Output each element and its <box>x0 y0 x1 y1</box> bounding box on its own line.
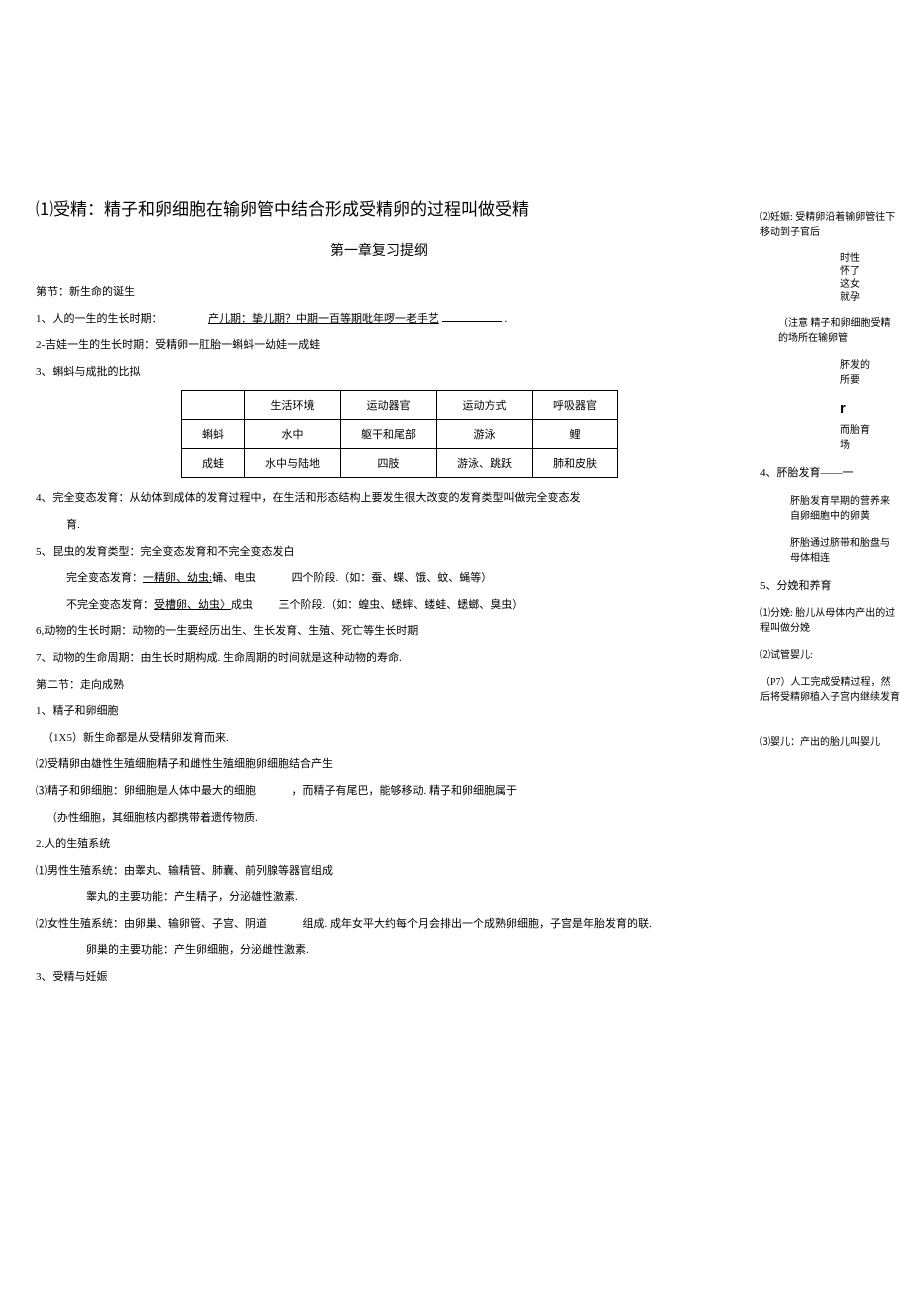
item-1: 1、人的一生的生长时期： 产儿期：挚儿期？中期一百等期吡年啰一老手艺 . <box>36 311 746 329</box>
s2-item-1c-cont: （办性细胞，其细胞核内都携带着遗传物质. <box>46 810 746 828</box>
item-4-line2: 育. <box>66 517 746 535</box>
s2-item-2a: ⑴男性生殖系统：由睾丸、输精管、肺囊、前列腺等器官组成 <box>36 863 746 881</box>
th-breath: 呼吸器官 <box>533 391 618 420</box>
s2-item-2b-sub: 卵巢的主要功能：产生卵细胞，分泌雌性激素. <box>86 942 746 960</box>
item-5-line1: 5、昆虫的发育类型：完全变态发育和不完全变态发白 <box>36 544 746 562</box>
item-4-line1: 4、完全变态发育：从幼体到成体的发育过程中，在生活和形态结构上要发生很大改变的发… <box>36 490 746 508</box>
side-item-5a: ⑴分娩: 胎儿从母体内产出的过程叫做分娩 <box>760 606 900 636</box>
section-2-title: 第二节：走向成熟 <box>36 677 746 695</box>
text: ⑵女性生殖系统：由卵巢、输卵管、子宫、阴道 <box>36 918 267 930</box>
side-item-4: 4、肧胎发育——一 <box>760 465 900 482</box>
cell: 鲤 <box>533 420 618 449</box>
text: 完全变态发育： <box>66 572 143 584</box>
text-underlined: 受槽卵、幼虫〉 <box>154 599 231 611</box>
side-item-5: 5、分娩和养育 <box>760 578 900 595</box>
side-embryo-dev2: 而胎育场 <box>840 423 870 453</box>
s2-item-1b: ⑵受精卵由雄性生殖细胞精子和雌性生殖细胞卵细胞结合产生 <box>36 756 746 774</box>
page: ⑴受精：精子和卵细胞在输卵管中结合形成受精卵的过程叫做受精 第一章复习提纲 第节… <box>0 0 920 1301</box>
side-item-4a: 肧胎发育早期的营养来自卵细胞中的卵黄 <box>790 494 890 524</box>
item-3: 3、蝌蚪与成批的比拟 <box>36 364 746 382</box>
text: 三个阶段.（如：蝗虫、蟋蟀、蝼蛙、蟋螂、臭虫） <box>279 599 524 611</box>
side-item-5d: ⑶婴儿：产出的胎儿叫婴儿 <box>760 735 900 750</box>
s2-item-3: 3、受精与妊娠 <box>36 969 746 987</box>
main-column: 第节：新生命的诞生 1、人的一生的生长时期： 产儿期：挚儿期？中期一百等期吡年啰… <box>36 275 746 996</box>
text: 蛹、电虫 <box>212 572 256 584</box>
s2-item-1: 1、精子和卵细胞 <box>36 703 746 721</box>
side-preg-sub: 时性 怀了 这女 就孕 <box>840 252 900 304</box>
s2-item-1c: ⑶精子和卵细胞：卵细胞是人体中最大的细胞 ，而精子有尾巴，能够移动. 精子和卵细… <box>36 783 746 801</box>
cell: 游泳、跳跃 <box>437 449 533 478</box>
side-column: ⑵妊娠: 受精卵沿着输卵管往下移动到子官后 时性 怀了 这女 就孕 （注意 精子… <box>760 210 900 762</box>
cell: 游泳 <box>437 420 533 449</box>
table-row: 蝌蚪 水中 躯干和尾部 游泳 鲤 <box>182 420 618 449</box>
th-method: 运动方式 <box>437 391 533 420</box>
text: ⑶精子和卵细胞：卵细胞是人体中最大的细胞 <box>36 785 256 797</box>
item-1-value: 产儿期：挚儿期？中期一百等期吡年啰一老手艺 <box>208 313 439 325</box>
item-5-complete: 完全变态发育：一精卵、幼虫:蛹、电虫 四个阶段.（如：蚕、蝶、饿、蚊、蝇等） <box>66 570 746 588</box>
th-organ: 运动器官 <box>341 391 437 420</box>
cell: 四肢 <box>341 449 437 478</box>
comparison-table: 生活环境 运动器官 运动方式 呼吸器官 蝌蚪 水中 躯干和尾部 游泳 鲤 成蛙 … <box>181 390 618 478</box>
side-item-5b: ⑵试管婴儿: <box>760 648 900 663</box>
side-item-4b: 肧胎通过脐带和胎盘与母体相连 <box>790 536 890 566</box>
cell: 成蛙 <box>182 449 245 478</box>
section-1-title: 第节：新生命的诞生 <box>36 284 746 302</box>
table-row: 成蛙 水中与陆地 四肢 游泳、跳跃 肺和皮肤 <box>182 449 618 478</box>
th-env: 生活环境 <box>245 391 341 420</box>
cell: 水中 <box>245 420 341 449</box>
chapter-title: 第一章复习提纲 <box>330 240 428 260</box>
text: 四个阶段.（如：蚕、蝶、饿、蚊、蝇等） <box>292 572 493 584</box>
cell: 肺和皮肤 <box>533 449 618 478</box>
side-pregnancy: ⑵妊娠: 受精卵沿着输卵管往下移动到子官后 <box>760 210 900 240</box>
text: 成虫 <box>231 599 253 611</box>
item-1-tail: . <box>505 313 508 325</box>
side-item-5c: （P7）人工完成受精过程，然后将受精卵植入子宫内继续发育 <box>760 675 900 705</box>
item-2: 2-吉娃一生的生长时期：受精卵一肛胎一蝌蚪一幼娃一成蛙 <box>36 337 746 355</box>
table-header-row: 生活环境 运动器官 运动方式 呼吸器官 <box>182 391 618 420</box>
section-heading-fertilization: ⑴受精：精子和卵细胞在输卵管中结合形成受精卵的过程叫做受精 <box>36 195 529 220</box>
cell: 躯干和尾部 <box>341 420 437 449</box>
side-note-fert-location: （注意 精子和卵细胞受精的场所在输卵管 <box>778 316 900 346</box>
s2-item-2a-sub: 睾丸的主要功能：产生精子，分泌雄性激素. <box>86 889 746 907</box>
item-7: 7、动物的生命周期：由生长时期构成. 生命周期的时间就是这种动物的寿命. <box>36 650 746 668</box>
s2-item-2: 2.人的生殖系统 <box>36 836 746 854</box>
th-blank <box>182 391 245 420</box>
text-underlined: 一精卵、幼虫: <box>143 572 212 584</box>
item-6: 6,动物的生长时期：动物的一生要经历出生、生长发育、生殖、死亡等生长时期 <box>36 623 746 641</box>
text: 组成. 成年女平大约每个月会排出一个成熟卵细胞，子宫是年胎发育的联. <box>303 918 652 930</box>
side-embryo-dev1: 肧发的所要 <box>840 358 870 388</box>
item-5-incomplete: 不完全变态发育：受槽卵、幼虫〉成虫 三个阶段.（如：蝗虫、蟋蟀、蝼蛙、蟋螂、臭虫… <box>66 597 746 615</box>
cell: 蝌蚪 <box>182 420 245 449</box>
item-1-label: 1、人的一生的生长时期： <box>36 313 163 325</box>
text: ，而精子有尾巴，能够移动. 精子和卵细胞属于 <box>292 785 518 797</box>
cell: 水中与陆地 <box>245 449 341 478</box>
text: 不完全变态发育： <box>66 599 154 611</box>
letter-r: r <box>840 400 900 417</box>
s2-item-1a: （1X5）新生命都是从受精卵发育而来. <box>42 730 746 748</box>
s2-item-2b: ⑵女性生殖系统：由卵巢、输卵管、子宫、阴道 组成. 成年女平大约每个月会排出一个… <box>36 916 746 934</box>
